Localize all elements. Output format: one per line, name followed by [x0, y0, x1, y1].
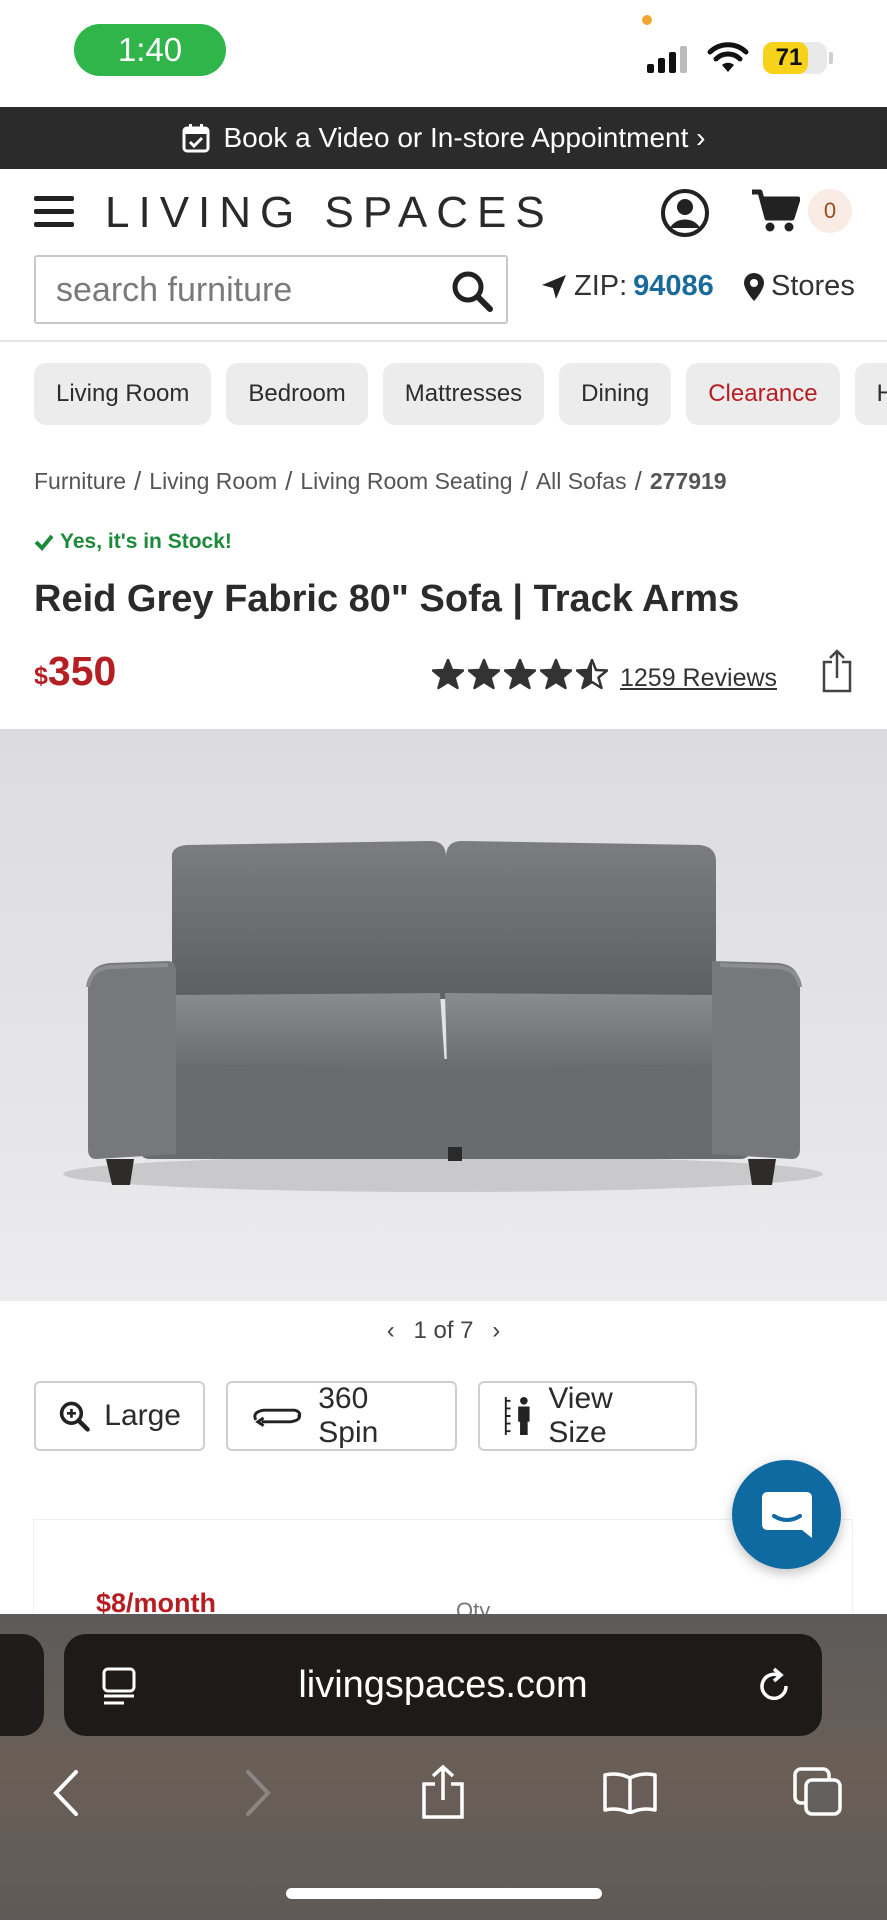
category-living-room[interactable]: Living Room [34, 363, 212, 425]
category-clearance[interactable]: Clearance [686, 363, 840, 425]
home-indicator [286, 1888, 602, 1899]
price-currency: $ [34, 662, 48, 690]
pager-position: 1 of 7 [413, 1317, 474, 1344]
checkmark-icon [34, 534, 54, 551]
share-sheet-icon[interactable] [420, 1764, 466, 1820]
search-box[interactable] [34, 255, 508, 324]
view-size-button[interactable]: View Size [478, 1381, 697, 1451]
status-bar: 1:40 71 [0, 0, 887, 107]
status-time: 1:40 [74, 24, 226, 76]
previous-tab-preview[interactable] [0, 1634, 44, 1736]
rotate-360-icon [253, 1408, 302, 1427]
reviews-link[interactable]: 1259 Reviews [620, 664, 777, 693]
site-logo[interactable]: LIVING SPACES [105, 188, 554, 238]
star-full-icon [432, 658, 464, 690]
map-pin-icon [744, 272, 764, 301]
stores-link[interactable]: Stores [743, 270, 855, 303]
breadcrumb-all-sofas[interactable]: All Sofas [536, 468, 627, 495]
reload-icon[interactable] [754, 1666, 794, 1706]
privacy-indicator-icon [642, 15, 652, 25]
breadcrumb-living-room-seating[interactable]: Living Room Seating [300, 468, 512, 495]
breadcrumb-separator: / [285, 466, 293, 496]
image-pager: ‹ 1 of 7 › [0, 1317, 887, 1345]
chat-bubble-icon [761, 1491, 812, 1538]
chat-button[interactable] [732, 1460, 841, 1569]
spin-360-button[interactable]: 360 Spin [226, 1381, 457, 1451]
wifi-icon [707, 42, 749, 72]
category-home[interactable]: Home [854, 363, 887, 425]
bookmarks-icon[interactable] [602, 1770, 658, 1814]
star-full-icon [540, 658, 572, 690]
zip-selector[interactable]: ZIP: 94086 [540, 270, 714, 303]
breadcrumb-product-id: 277919 [649, 468, 727, 494]
back-chevron-icon[interactable] [48, 1768, 84, 1818]
product-price: $ 350 [34, 648, 116, 695]
pager-prev-chevron-icon[interactable]: ‹ [387, 1317, 395, 1344]
sofa-image [63, 841, 823, 1192]
address-bar[interactable]: livingspaces.com [64, 1634, 822, 1736]
zoom-in-icon [59, 1401, 90, 1432]
category-nav: Living Room Bedroom Mattresses Dining Cl… [34, 363, 887, 425]
calendar-check-icon [182, 124, 209, 153]
pager-next-chevron-icon[interactable]: › [492, 1317, 500, 1344]
breadcrumb-separator: / [520, 466, 528, 496]
reader-mode-icon[interactable] [100, 1666, 138, 1706]
menu-hamburger-icon[interactable] [34, 196, 74, 228]
breadcrumb-living-room[interactable]: Living Room [149, 468, 277, 495]
product-image[interactable] [0, 729, 887, 1301]
stores-label: Stores [771, 270, 855, 302]
stock-status: Yes, it's in Stock! [34, 530, 232, 554]
zoom-large-button[interactable]: Large [34, 1381, 205, 1451]
zip-code[interactable]: 94086 [633, 270, 714, 303]
breadcrumb-furniture[interactable]: Furniture [34, 468, 126, 495]
zip-label: ZIP: [574, 270, 628, 302]
zoom-large-label: Large [104, 1399, 181, 1432]
appointment-banner-text: Book a Video or In-store Appointment › [223, 122, 706, 153]
forward-chevron-icon[interactable] [240, 1768, 276, 1818]
share-icon[interactable] [820, 648, 854, 694]
view-size-label: View Size [548, 1382, 613, 1449]
tabs-icon[interactable] [792, 1766, 844, 1818]
battery-level: 71 [775, 44, 803, 71]
star-full-icon [504, 658, 536, 690]
cart-icon[interactable] [750, 188, 800, 234]
rating-stars[interactable] [432, 658, 608, 690]
appointment-banner[interactable]: Book a Video or In-store Appointment › [0, 107, 887, 169]
category-mattresses[interactable]: Mattresses [382, 363, 545, 425]
star-half-icon [576, 658, 608, 690]
category-dining[interactable]: Dining [559, 363, 672, 425]
account-icon[interactable] [660, 188, 710, 238]
location-arrow-icon [542, 274, 566, 299]
search-icon[interactable] [450, 269, 494, 313]
price-amount: 350 [47, 648, 117, 694]
breadcrumb-separator: / [134, 466, 142, 496]
ruler-person-icon [504, 1396, 530, 1436]
battery-indicator: 71 [763, 42, 833, 74]
cellular-signal-icon [647, 46, 687, 73]
breadcrumb: Furniture / Living Room / Living Room Se… [34, 466, 727, 497]
header-divider [0, 340, 887, 342]
search-input[interactable] [56, 267, 436, 313]
spin-360-label: 360 Spin [318, 1382, 379, 1449]
cart-count-badge: 0 [808, 189, 852, 233]
product-title: Reid Grey Fabric 80" Sofa | Track Arms [34, 578, 740, 620]
category-bedroom[interactable]: Bedroom [226, 363, 368, 425]
breadcrumb-separator: / [634, 466, 642, 496]
address-bar-url: livingspaces.com [298, 1663, 588, 1706]
stock-status-text: Yes, it's in Stock! [60, 530, 232, 553]
star-full-icon [468, 658, 500, 690]
